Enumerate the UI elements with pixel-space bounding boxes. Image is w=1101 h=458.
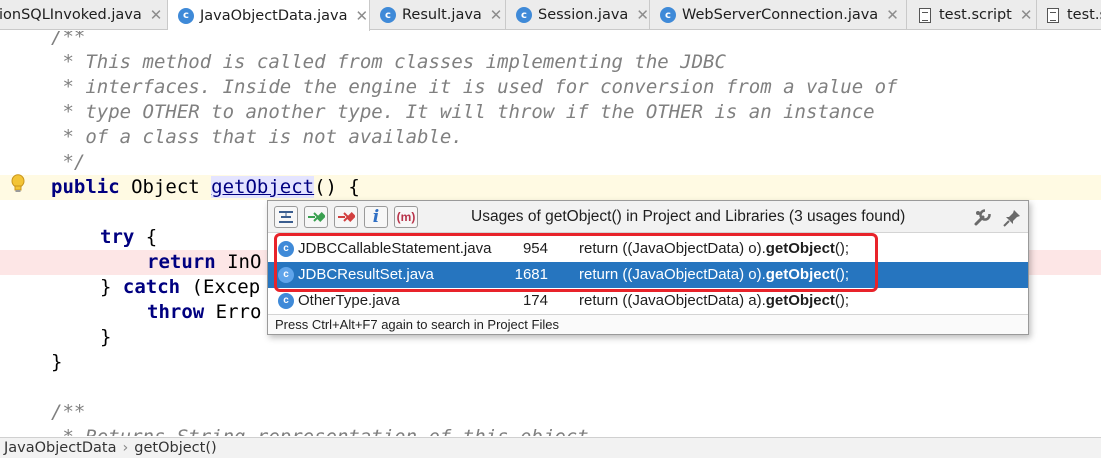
code-line: * This method is called from classes imp… [0, 50, 1101, 75]
usage-row-selected[interactable]: c JDBCResultSet.java 1681 return ((JavaO… [268, 262, 1028, 288]
usage-line-number: 174 [522, 292, 548, 309]
find-usages-popup: i (m) Usages of getObject() in Project a… [267, 200, 1029, 335]
method-name-link[interactable]: getObject [211, 176, 315, 198]
popup-footer-hint: Press Ctrl+Alt+F7 again to search in Pro… [268, 314, 1028, 334]
code-text: } [100, 276, 112, 298]
class-icon: c [660, 7, 676, 23]
code-line-method-signature: public Object getObject() { [0, 175, 1101, 200]
breadcrumb-class[interactable]: JavaObjectData [4, 440, 116, 456]
tab-label: Session.java [538, 7, 629, 23]
code-line: } [0, 350, 1101, 375]
next-occurrence-icon[interactable] [304, 206, 328, 228]
code-line: /** [0, 400, 1101, 425]
merge-usages-icon[interactable] [274, 206, 298, 228]
code-text: (Excep [180, 276, 261, 298]
code-text: { [134, 226, 158, 248]
usage-line-number: 954 [522, 240, 548, 257]
usage-code: return ((JavaObjectData) a).getObject(); [579, 292, 850, 309]
class-icon: c [278, 241, 294, 257]
tab-label: test.s [1067, 7, 1101, 23]
editor-tab-bar: ionSQLInvoked.java ✕ c JavaObjectData.ja… [0, 0, 1101, 31]
doc-comment: * type OTHER to another type. It will th… [51, 101, 875, 123]
code-text: () { [314, 176, 360, 198]
script-file-icon [919, 7, 931, 23]
keyword: try [100, 226, 135, 248]
script-file-icon [1047, 7, 1059, 23]
usage-code: return ((JavaObjectData) o).getObject(); [579, 266, 850, 283]
code-line: */ [0, 150, 1101, 175]
tab-test-script[interactable]: test.script ✕ [907, 0, 1037, 30]
method-glyph: ) [411, 210, 416, 224]
class-icon: c [278, 293, 294, 309]
close-icon[interactable]: ✕ [150, 6, 163, 24]
tab-test-s[interactable]: test.s [1037, 0, 1101, 30]
usage-file: JDBCResultSet.java [298, 266, 434, 283]
doc-comment: * interfaces. Inside the engine it is us… [51, 76, 898, 98]
code-line: /** [0, 31, 1101, 50]
tab-ionsqlinvoked[interactable]: ionSQLInvoked.java ✕ [0, 0, 168, 30]
close-icon[interactable]: ✕ [636, 6, 649, 24]
tab-javaobjectdata[interactable]: c JavaObjectData.java ✕ [168, 0, 370, 31]
usage-file: OtherType.java [298, 292, 400, 309]
usage-row[interactable]: c JDBCCallableStatement.java 954 return … [268, 236, 1028, 262]
chevron-right-icon: › [122, 440, 129, 456]
popup-title: Usages of getObject() in Project and Lib… [471, 208, 906, 225]
code-line: * interfaces. Inside the engine it is us… [0, 75, 1101, 100]
class-icon: c [516, 7, 532, 23]
class-icon: c [178, 7, 194, 24]
pin-icon[interactable] [1002, 208, 1022, 228]
keyword: catch [122, 276, 181, 298]
previous-occurrence-icon[interactable] [334, 206, 358, 228]
close-icon[interactable]: ✕ [886, 6, 899, 24]
doc-comment: * This method is called from classes imp… [51, 51, 726, 73]
keyword: public [51, 176, 120, 198]
method-icon[interactable]: (m) [394, 206, 418, 228]
keyword: return [147, 251, 216, 273]
doc-comment: /** [51, 31, 86, 48]
breadcrumb-method[interactable]: getObject() [134, 440, 216, 456]
tab-webserverconnection[interactable]: c WebServerConnection.java ✕ [650, 0, 907, 30]
usage-row[interactable]: c OtherType.java 174 return ((JavaObject… [268, 288, 1028, 314]
usage-code: return ((JavaObjectData) o).getObject(); [579, 240, 850, 257]
tab-label: JavaObjectData.java [200, 7, 348, 24]
code-text: Erro [204, 301, 262, 323]
keyword: throw [147, 301, 205, 323]
usage-file: JDBCCallableStatement.java [298, 240, 492, 257]
code-text: } [100, 326, 112, 348]
info-icon[interactable]: i [364, 206, 388, 228]
class-icon: c [278, 267, 294, 283]
breadcrumb: JavaObjectData › getObject() [0, 437, 1101, 458]
usage-line-number: 1681 [514, 266, 548, 283]
tab-label: Result.java [402, 7, 482, 23]
settings-wrench-icon[interactable] [972, 208, 992, 228]
lightbulb-icon[interactable] [10, 174, 26, 194]
close-icon[interactable]: ✕ [1020, 6, 1033, 24]
code-line: * of a class that is not available. [0, 125, 1101, 150]
code-text: InO [215, 251, 262, 273]
doc-comment: * Returns String representation of this … [0, 426, 600, 436]
doc-comment: * of a class that is not available. [51, 126, 463, 148]
close-icon[interactable]: ✕ [490, 6, 503, 24]
doc-comment: */ [51, 151, 86, 173]
popup-header: i (m) Usages of getObject() in Project a… [268, 201, 1028, 233]
class-icon: c [380, 7, 396, 23]
code-text: } [51, 351, 63, 373]
doc-comment: /** [51, 401, 86, 423]
code-text: Object [119, 176, 212, 198]
code-line: * Returns String representation of this … [0, 425, 1101, 436]
code-line: * type OTHER to another type. It will th… [0, 100, 1101, 125]
tab-label: WebServerConnection.java [682, 7, 879, 23]
tab-result[interactable]: c Result.java ✕ [370, 0, 506, 30]
tab-session[interactable]: c Session.java ✕ [506, 0, 650, 30]
tab-label: test.script [939, 7, 1012, 23]
close-icon[interactable]: ✕ [355, 7, 368, 25]
method-glyph: m [400, 210, 412, 224]
tab-label: ionSQLInvoked.java [0, 7, 142, 23]
